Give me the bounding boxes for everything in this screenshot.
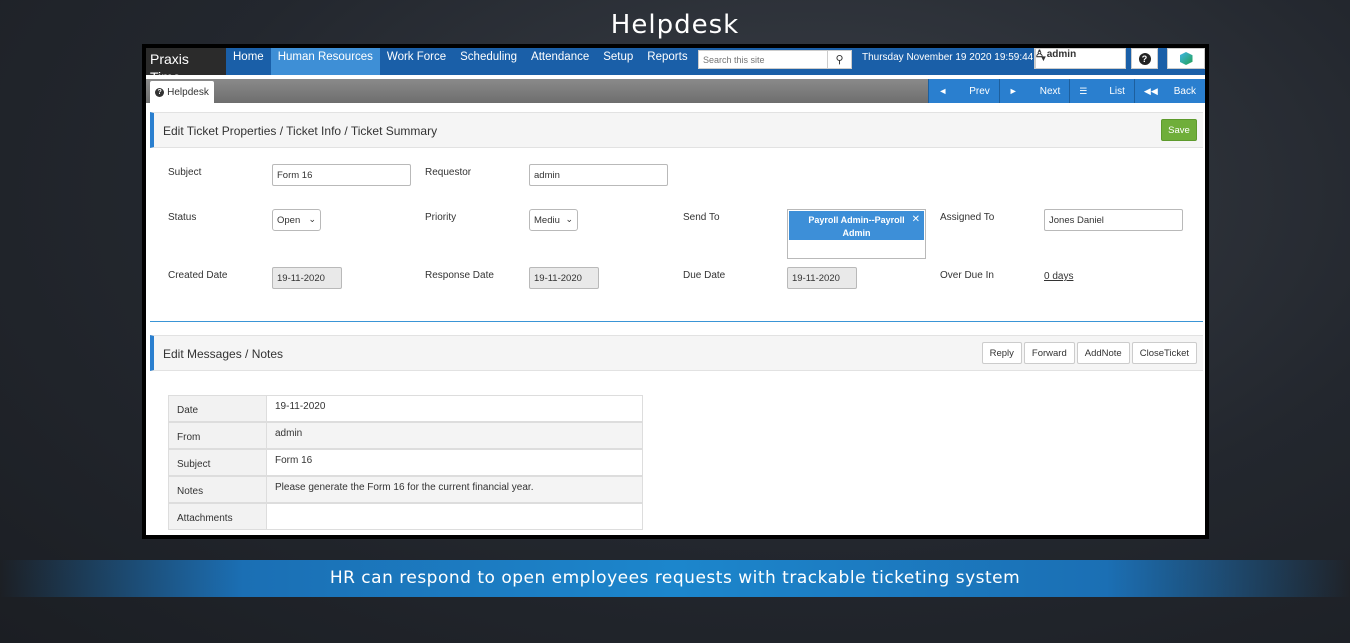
user-icon: ♙ — [1035, 49, 1047, 60]
next-label: Next — [1039, 85, 1061, 97]
status-label: Status — [168, 212, 197, 223]
nav-setup[interactable]: Setup — [596, 48, 640, 75]
caption-banner: HR can respond to open employees request… — [0, 560, 1350, 597]
requestor-label: Requestor — [425, 167, 472, 178]
record-nav: ◄ Prev ► Next ☰ List ◀◀ Back — [928, 79, 1205, 103]
prev-button[interactable]: ◄ Prev — [928, 79, 999, 103]
message-actions: Reply Forward AddNote CloseTicket — [981, 342, 1197, 364]
over-due-label: Over Due In — [940, 270, 994, 281]
nav-work-force[interactable]: Work Force — [380, 48, 453, 75]
send-to-label: Send To — [683, 212, 720, 223]
subject-label: Subject — [168, 167, 202, 178]
add-note-button[interactable]: AddNote — [1076, 342, 1130, 364]
message-details: Date 19-11-2020 From admin Subject Form … — [168, 395, 643, 530]
table-row: Notes Please generate the Form 16 for th… — [168, 476, 643, 503]
row-label: Subject — [168, 449, 267, 476]
ticket-form: Subject Form 16 Requestor admin Status O… — [150, 149, 1203, 322]
chevron-down-icon: ⌄ — [308, 214, 316, 224]
list-label: List — [1109, 85, 1125, 97]
row-value: 19-11-2020 — [267, 395, 643, 422]
subject-field[interactable]: Form 16 — [272, 164, 411, 186]
list-icon: ☰ — [1079, 85, 1088, 96]
response-date-label: Response Date — [425, 270, 494, 281]
logo-icon — [1179, 52, 1193, 65]
messages-panel-header: Edit Messages / Notes Reply Forward AddN… — [150, 335, 1203, 371]
priority-select[interactable]: Mediu ⌄ — [529, 209, 578, 231]
reply-button[interactable]: Reply — [981, 342, 1022, 364]
ticket-panel-title: Edit Ticket Properties / Ticket Info / T… — [163, 124, 438, 138]
due-date-field: 19-11-2020 — [787, 267, 857, 289]
prev-label: Prev — [969, 85, 990, 97]
table-row: From admin — [168, 422, 643, 449]
top-nav: Praxis Time Home Human Resources Work Fo… — [146, 48, 1205, 85]
assigned-to-field[interactable]: Jones Daniel — [1044, 209, 1183, 231]
search-icon[interactable]: ⚲ — [827, 51, 851, 68]
table-row: Subject Form 16 — [168, 449, 643, 476]
user-name: admin — [1046, 49, 1077, 60]
help-button[interactable]: ? — [1131, 48, 1158, 69]
back-label: Back — [1173, 85, 1196, 97]
chevron-down-icon: ⌄ — [565, 214, 573, 224]
search-box: ⚲ — [698, 50, 852, 69]
table-row: Attachments — [168, 503, 643, 530]
app-logo-button[interactable] — [1167, 48, 1205, 69]
question-icon: ? — [155, 87, 165, 97]
row-value: Form 16 — [267, 449, 643, 476]
first-icon: ◄ — [938, 86, 948, 96]
back-icon: ◀◀ — [1143, 85, 1158, 96]
row-value: Please generate the Form 16 for the curr… — [267, 476, 643, 503]
nav-human-resources[interactable]: Human Resources — [270, 48, 380, 75]
nav-home[interactable]: Home — [226, 48, 271, 75]
status-value: Open — [277, 215, 301, 226]
status-select[interactable]: Open ⌄ — [272, 209, 321, 231]
due-date-label: Due Date — [683, 270, 726, 281]
assigned-to-label: Assigned To — [940, 212, 995, 223]
next-button[interactable]: ► Next — [998, 79, 1070, 103]
row-label: Notes — [168, 476, 267, 503]
app-window: Praxis Time Home Human Resources Work Fo… — [142, 44, 1209, 539]
close-icon[interactable]: ✕ — [912, 213, 920, 226]
brand-logo[interactable]: Praxis Time — [146, 48, 226, 85]
search-input[interactable] — [699, 51, 827, 68]
messages-panel-title: Edit Messages / Notes — [163, 347, 284, 361]
row-label: Attachments — [168, 503, 267, 530]
priority-label: Priority — [425, 212, 457, 223]
forward-button[interactable]: Forward — [1023, 342, 1075, 364]
datetime: Thursday November 19 2020 19:59:44 — [862, 52, 1034, 63]
user-menu-button[interactable]: ♙ admin ▼ — [1034, 48, 1126, 69]
tab-label: Helpdesk — [167, 86, 209, 98]
created-date-field: 19-11-2020 — [272, 267, 342, 289]
send-to-field[interactable]: Payroll Admin--Payroll Admin ✕ — [787, 209, 926, 259]
table-row: Date 19-11-2020 — [168, 395, 643, 422]
list-button[interactable]: ☰ List — [1069, 79, 1134, 103]
tab-helpdesk[interactable]: ? Helpdesk — [150, 81, 214, 103]
close-ticket-button[interactable]: CloseTicket — [1131, 342, 1197, 364]
back-button[interactable]: ◀◀ Back — [1133, 79, 1205, 103]
row-value: admin — [267, 422, 643, 449]
ticket-panel-header: Edit Ticket Properties / Ticket Info / T… — [150, 112, 1203, 148]
nav-reports[interactable]: Reports — [640, 48, 694, 75]
nav-scheduling[interactable]: Scheduling — [453, 48, 524, 75]
save-button[interactable]: Save — [1161, 119, 1197, 141]
recipient-label: Payroll Admin--Payroll Admin — [808, 215, 905, 238]
recipient-chip: Payroll Admin--Payroll Admin ✕ — [789, 211, 924, 240]
row-label: Date — [168, 395, 267, 422]
created-date-label: Created Date — [168, 270, 228, 281]
row-value — [267, 503, 643, 530]
row-label: From — [168, 422, 267, 449]
page-title: Helpdesk — [610, 10, 740, 40]
response-date-field: 19-11-2020 — [529, 267, 599, 289]
sub-toolbar: ? Helpdesk ◄ Prev ► Next ☰ List ◀◀ Back — [146, 79, 1205, 103]
last-icon: ► — [1008, 86, 1018, 96]
question-icon: ? — [1138, 52, 1151, 65]
priority-value: Mediu — [534, 215, 560, 226]
over-due-link[interactable]: 0 days — [1044, 271, 1073, 282]
requestor-field[interactable]: admin — [529, 164, 668, 186]
nav-attendance[interactable]: Attendance — [524, 48, 596, 75]
caption-text: HR can respond to open employees request… — [329, 568, 1021, 588]
